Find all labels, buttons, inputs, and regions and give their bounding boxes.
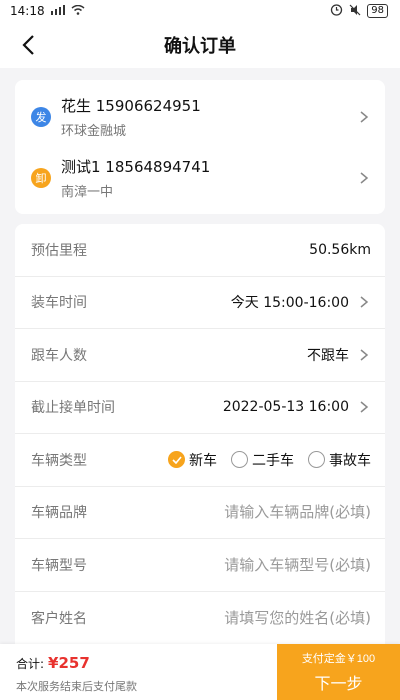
- radio-used-car-label: 二手车: [252, 452, 294, 469]
- alarm-icon: [330, 3, 343, 19]
- status-left: 14:18: [10, 4, 85, 18]
- model-label: 车辆型号: [31, 557, 87, 574]
- chevron-right-icon: [360, 401, 369, 413]
- brand-input[interactable]: [87, 503, 371, 522]
- wifi-icon: [71, 4, 85, 18]
- radio-checked-icon: [168, 451, 185, 469]
- pickup-address-text: 花生 15906624951 环球金融城: [61, 95, 357, 139]
- status-time: 14:18: [10, 4, 45, 18]
- radio-accident-car[interactable]: 事故车: [308, 450, 371, 470]
- radio-accident-car-label: 事故车: [329, 452, 371, 469]
- back-arrow-icon: [22, 35, 34, 55]
- dropoff-address-text: 测试1 18564894741 南漳一中: [61, 156, 357, 200]
- customer-label: 客户姓名: [31, 610, 87, 627]
- radio-new-car-label: 新车: [189, 452, 217, 469]
- dropoff-address-row[interactable]: 卸 测试1 18564894741 南漳一中: [15, 147, 385, 208]
- total-label: 合计:: [16, 657, 45, 671]
- pickup-address-row[interactable]: 发 花生 15906624951 环球金融城: [15, 86, 385, 147]
- deposit-label: 支付定金￥100: [301, 653, 376, 665]
- radio-new-car[interactable]: 新车: [168, 450, 217, 470]
- load-time-value: 今天 15:00-16:00: [230, 295, 349, 312]
- deadline-row[interactable]: 截止接单时间 2022-05-13 16:00: [15, 382, 385, 434]
- total-line: 合计: ¥257: [16, 654, 277, 672]
- battery-icon: 98: [367, 4, 388, 18]
- pickup-place: 环球金融城: [61, 123, 127, 139]
- next-step-button[interactable]: 支付定金￥100 下一步: [277, 644, 400, 700]
- model-input[interactable]: [87, 555, 371, 574]
- total-note: 本次服务结束后支付尾款: [16, 680, 137, 693]
- chevron-right-icon: [360, 171, 369, 184]
- bottom-bar: 合计: ¥257 本次服务结束后支付尾款 支付定金￥100 下一步: [0, 644, 400, 700]
- radio-used-car[interactable]: 二手车: [231, 450, 294, 470]
- mileage-label: 预估里程: [31, 242, 87, 259]
- next-step-label: 下一步: [314, 676, 363, 693]
- radio-unchecked-icon: [231, 451, 248, 469]
- brand-label: 车辆品牌: [31, 505, 87, 522]
- page-title: 确认订单: [164, 36, 236, 57]
- dropoff-badge: 卸: [31, 167, 51, 188]
- deadline-label: 截止接单时间: [31, 400, 115, 417]
- chevron-right-icon: [360, 296, 369, 308]
- load-time-row[interactable]: 装车时间 今天 15:00-16:00: [15, 277, 385, 329]
- chevron-right-icon: [360, 349, 369, 361]
- customer-input[interactable]: [87, 608, 371, 627]
- pickup-contact: 花生 15906624951: [61, 96, 201, 115]
- order-form: 预估里程 50.56km 装车时间 今天 15:00-16:00 跟车人数 不跟…: [15, 224, 385, 644]
- dropoff-contact: 测试1 18564894741: [61, 157, 211, 176]
- status-bar: 14:18 98: [0, 0, 400, 22]
- brand-row: 车辆品牌: [15, 487, 385, 539]
- riders-value: 不跟车: [307, 347, 349, 364]
- vehicle-type-radio-group: 新车 二手车 事故车: [87, 450, 371, 470]
- mileage-row: 预估里程 50.56km: [15, 224, 385, 277]
- address-card: 发 花生 15906624951 环球金融城 卸 测试1 18564894741…: [15, 80, 385, 214]
- radio-unchecked-icon: [308, 451, 325, 469]
- model-row: 车辆型号: [15, 539, 385, 592]
- back-button[interactable]: [14, 31, 42, 59]
- riders-label: 跟车人数: [31, 347, 87, 364]
- nav-bar: 确认订单: [0, 22, 400, 68]
- customer-row: 客户姓名: [15, 592, 385, 645]
- pickup-badge: 发: [31, 106, 51, 127]
- dropoff-place: 南漳一中: [61, 184, 114, 200]
- load-time-label: 装车时间: [31, 295, 87, 312]
- total-value: ¥257: [48, 654, 90, 672]
- chevron-right-icon: [360, 110, 369, 123]
- status-right: 98: [330, 3, 388, 19]
- total-area: 合计: ¥257 本次服务结束后支付尾款: [0, 644, 277, 700]
- mileage-value: 50.56km: [309, 241, 371, 258]
- deadline-value: 2022-05-13 16:00: [222, 399, 349, 416]
- mute-icon: [349, 4, 361, 19]
- vehicle-type-row: 车辆类型 新车 二手车 事故车: [15, 434, 385, 487]
- signal-icon: [50, 4, 65, 18]
- riders-row[interactable]: 跟车人数 不跟车: [15, 329, 385, 382]
- vehicle-type-label: 车辆类型: [31, 452, 87, 469]
